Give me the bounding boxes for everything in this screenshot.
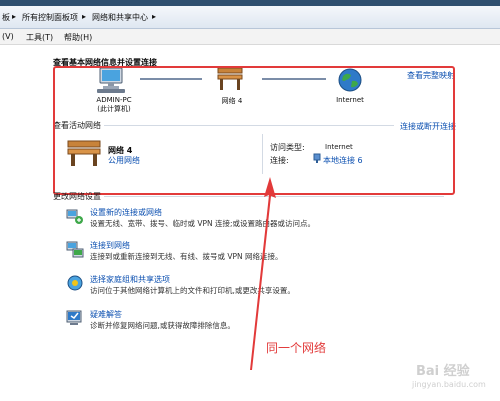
breadcrumb-item-network-center[interactable]: 网络和共享中心 xyxy=(92,12,148,23)
annotation-text: 同一个网络 xyxy=(266,341,327,355)
menu-bar: (V) 工具(T) 帮助(H) xyxy=(0,29,500,45)
connect-to-network-link[interactable]: 连接到网络 xyxy=(90,240,130,251)
setup-connection-desc: 设置无线、宽带、拨号、临时或 VPN 连接;或设置路由器或访问点。 xyxy=(90,219,316,228)
new-connection-icon xyxy=(66,209,83,224)
connect-network-icon xyxy=(66,241,84,258)
breadcrumb-item-root[interactable]: 板 xyxy=(2,12,10,23)
breadcrumb-item-control-panel[interactable]: 所有控制面板项 xyxy=(22,12,78,23)
watermark-logo: Bai 经验 xyxy=(416,364,470,379)
menu-tools[interactable]: 工具(T) xyxy=(26,32,53,43)
breadcrumb-separator[interactable]: ▸ xyxy=(12,12,16,21)
breadcrumb-separator[interactable]: ▸ xyxy=(82,12,86,21)
homegroup-link[interactable]: 选择家庭组和共享选项 xyxy=(90,274,170,285)
watermark-url: jingyan.baidu.com xyxy=(412,380,486,389)
homegroup-icon xyxy=(67,275,83,291)
breadcrumb: 板 ▸ 所有控制面板项 ▸ 网络和共享中心 ▸ xyxy=(0,6,500,29)
menu-view[interactable]: (V) xyxy=(2,32,14,41)
troubleshoot-icon xyxy=(66,310,82,325)
settings-title: 更改网络设置 xyxy=(53,192,101,201)
setup-connection-link[interactable]: 设置新的连接或网络 xyxy=(90,207,162,218)
troubleshoot-desc: 诊断并修复网络问题,或获得故障排除信息。 xyxy=(90,321,235,330)
troubleshoot-link[interactable]: 疑难解答 xyxy=(90,309,122,320)
breadcrumb-separator[interactable]: ▸ xyxy=(152,12,156,21)
menu-help[interactable]: 帮助(H) xyxy=(64,32,92,43)
